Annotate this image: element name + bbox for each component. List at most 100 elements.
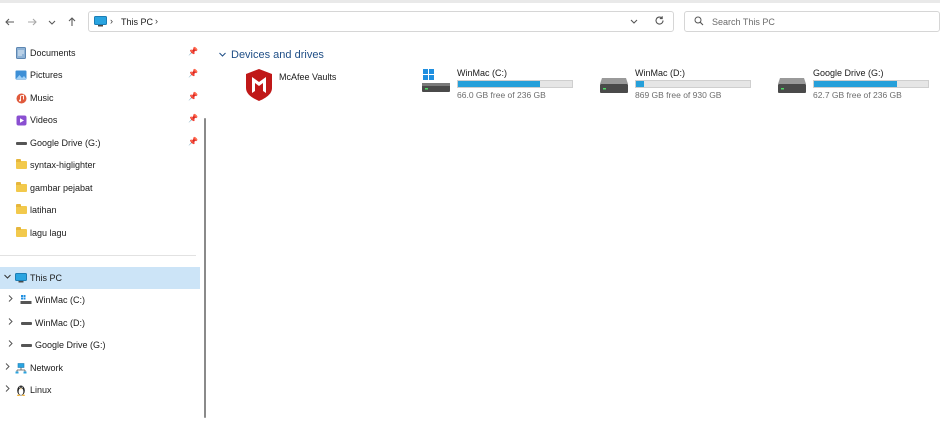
chevron-right-icon[interactable]: [3, 384, 12, 395]
refresh-button[interactable]: [654, 15, 665, 29]
nav-item-label: Music: [30, 93, 54, 103]
nav-item-label: lagu lagu: [30, 228, 67, 238]
nav-item-label: WinMac (D:): [35, 318, 85, 328]
drive-icon: [20, 317, 32, 329]
content-pane[interactable]: Devices and drives McAfee Vaults WinMac …: [210, 42, 940, 423]
folder-icon: [15, 159, 27, 171]
pin-icon: 📌: [188, 114, 198, 123]
drive-usage-bar: [813, 80, 929, 88]
folder-icon: [15, 182, 27, 194]
drive-icon: [600, 78, 628, 93]
forward-button[interactable]: [24, 14, 40, 30]
nav-item-google-drive-pinned[interactable]: Google Drive (G:) 📌: [0, 132, 200, 154]
pin-icon: 📌: [188, 69, 198, 78]
search-box[interactable]: Search This PC: [684, 11, 940, 32]
pin-icon: 📌: [188, 92, 198, 101]
back-arrow-icon: [5, 18, 14, 26]
nav-item-label: gambar pejabat: [30, 183, 93, 193]
mcafee-shield-icon: [244, 68, 274, 104]
tile-title: WinMac (C:): [457, 68, 507, 78]
tile-title: WinMac (D:): [635, 68, 685, 78]
nav-item-syntax-higlighter[interactable]: syntax-higlighter: [0, 154, 200, 176]
this-pc-icon: [15, 272, 27, 284]
videos-icon: [15, 114, 27, 126]
breadcrumb-this-pc[interactable]: This PC: [121, 17, 153, 27]
nav-item-label: Videos: [30, 115, 58, 125]
tile-drive-google-drive[interactable]: Google Drive (G:) 62.7 GB free of 236 GB: [776, 66, 936, 106]
drive-usage-bar: [457, 80, 573, 88]
nav-item-label: Network: [30, 363, 64, 373]
nav-item-network[interactable]: Network: [0, 357, 200, 379]
music-icon: [15, 92, 27, 104]
breadcrumb-separator[interactable]: ›: [155, 16, 158, 26]
this-pc-icon: [94, 16, 107, 29]
search-icon: [694, 16, 704, 28]
search-placeholder: Search This PC: [712, 17, 775, 27]
drive-usage-fill: [458, 81, 541, 87]
pin-icon: 📌: [188, 47, 198, 56]
chevron-down-icon: [630, 19, 638, 24]
nav-item-music[interactable]: Music 📌: [0, 87, 200, 109]
tile-title: McAfee Vaults: [279, 72, 337, 82]
recent-locations-button[interactable]: [44, 14, 60, 30]
up-button[interactable]: [64, 14, 80, 30]
nav-item-documents[interactable]: Documents 📌: [0, 42, 200, 64]
nav-item-this-pc[interactable]: This PC: [0, 267, 200, 289]
nav-item-label: Documents: [30, 48, 76, 58]
nav-item-latihan[interactable]: latihan: [0, 199, 200, 221]
chevron-down-icon: [218, 50, 227, 61]
drive-usage-fill: [814, 81, 898, 87]
drive-icon: [15, 137, 27, 149]
nav-item-winmac-c[interactable]: WinMac (C:): [0, 289, 200, 311]
drive-usage-fill: [636, 81, 644, 87]
windows-drive-icon: [20, 294, 32, 306]
chevron-right-icon[interactable]: [6, 294, 15, 305]
nav-item-label: Google Drive (G:): [30, 138, 101, 148]
folder-icon: [15, 227, 27, 239]
chevron-right-icon[interactable]: [6, 339, 15, 350]
pictures-icon: [15, 69, 27, 81]
nav-item-label: Google Drive (G:): [35, 340, 106, 350]
group-header-devices-and-drives[interactable]: Devices and drives: [218, 49, 324, 61]
drive-free-text: 62.7 GB free of 236 GB: [813, 90, 902, 100]
address-history-dropdown[interactable]: [629, 16, 639, 28]
chevron-right-icon[interactable]: [3, 362, 12, 373]
group-title: Devices and drives: [231, 49, 324, 61]
nav-item-label: This PC: [30, 273, 63, 283]
nav-item-label: Linux: [30, 385, 52, 395]
navigation-pane[interactable]: Documents 📌 Pictures 📌 Music 📌 Videos 📌 …: [0, 42, 208, 423]
nav-item-lagu-lagu[interactable]: lagu lagu: [0, 222, 200, 244]
nav-item-winmac-d[interactable]: WinMac (D:): [0, 312, 200, 334]
pin-icon: 📌: [188, 137, 198, 146]
nav-divider: [0, 255, 196, 256]
nav-item-google-drive[interactable]: Google Drive (G:): [0, 334, 200, 356]
drive-icon: [778, 78, 806, 93]
tile-title: Google Drive (G:): [813, 68, 884, 78]
up-arrow-icon: [68, 17, 76, 26]
nav-item-gambar-pejabat[interactable]: gambar pejabat: [0, 177, 200, 199]
tile-mcafee-vaults[interactable]: McAfee Vaults: [244, 66, 384, 106]
windows-drive-icon: [422, 69, 450, 92]
chevron-right-icon[interactable]: [6, 317, 15, 328]
linux-penguin-icon: [15, 384, 27, 396]
refresh-icon: [655, 16, 664, 25]
chevron-down-icon[interactable]: [3, 272, 12, 283]
nav-item-videos[interactable]: Videos 📌: [0, 109, 200, 131]
breadcrumb-separator: ›: [110, 16, 113, 26]
back-button[interactable]: [2, 14, 18, 30]
network-icon: [15, 362, 27, 374]
navigation-scrollbar[interactable]: [204, 118, 206, 418]
nav-item-label: WinMac (C:): [35, 295, 85, 305]
nav-item-pictures[interactable]: Pictures 📌: [0, 64, 200, 86]
window-top-border: [0, 0, 940, 3]
drive-free-text: 66.0 GB free of 236 GB: [457, 90, 546, 100]
nav-item-label: syntax-higlighter: [30, 160, 96, 170]
tile-drive-winmac-d[interactable]: WinMac (D:) 869 GB free of 930 GB: [598, 66, 758, 106]
forward-arrow-icon: [28, 18, 37, 26]
drive-free-text: 869 GB free of 930 GB: [635, 90, 722, 100]
folder-icon: [15, 204, 27, 216]
address-bar[interactable]: › This PC ›: [88, 11, 674, 32]
nav-item-label: Pictures: [30, 70, 63, 80]
nav-item-linux[interactable]: Linux: [0, 379, 200, 401]
tile-drive-winmac-c[interactable]: WinMac (C:) 66.0 GB free of 236 GB: [420, 66, 580, 106]
